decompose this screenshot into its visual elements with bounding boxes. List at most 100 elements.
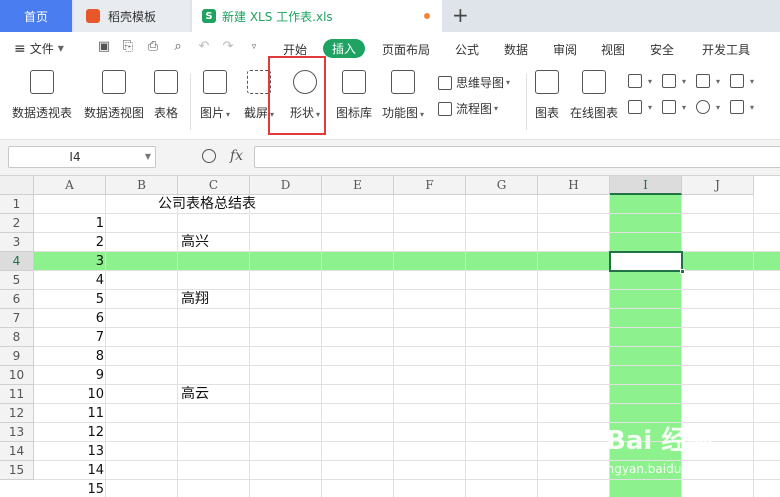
- row-header-9[interactable]: 9: [0, 347, 34, 366]
- function-chart-text: 功能图: [382, 106, 419, 120]
- row-header-6[interactable]: 6: [0, 290, 34, 309]
- ribbon-divider: [190, 74, 191, 130]
- row-header-8[interactable]: 8: [0, 328, 34, 347]
- export-icon[interactable]: ⎘: [120, 39, 136, 55]
- row-header-2[interactable]: 2: [0, 214, 34, 233]
- column-chart-icon: [628, 74, 642, 88]
- save-icon[interactable]: ▣: [96, 39, 112, 55]
- tab-data[interactable]: 数据: [504, 41, 528, 58]
- radar-chart-button[interactable]: ▾: [730, 74, 754, 88]
- row-header-10[interactable]: 10: [0, 366, 34, 385]
- function-chart-button[interactable]: 功能图 ▾: [382, 70, 424, 121]
- screenshot-text: 截屏: [244, 106, 269, 120]
- row-header-13[interactable]: 13: [0, 423, 34, 442]
- zoom-icon[interactable]: [202, 149, 216, 163]
- flowchart-icon: [438, 101, 452, 116]
- column-header-i[interactable]: I: [610, 176, 682, 195]
- name-box[interactable]: I4 ▼: [8, 146, 156, 168]
- redo-icon[interactable]: ↷: [220, 39, 236, 55]
- row-header-15[interactable]: 15: [0, 461, 34, 480]
- new-tab-button[interactable]: +: [452, 3, 469, 27]
- bar-chart-button[interactable]: ▾: [662, 74, 686, 88]
- row-header-7[interactable]: 7: [0, 309, 34, 328]
- cell-a-value: 13: [87, 444, 104, 459]
- watermark-logo: Bai 经验: [606, 420, 713, 457]
- line-chart-button[interactable]: ▾: [696, 74, 720, 88]
- mind-map-button[interactable]: 思维导图 ▾: [438, 74, 510, 91]
- pie-chart-button[interactable]: ▾: [696, 100, 720, 114]
- undo-icon[interactable]: ↶: [196, 39, 212, 55]
- tab-view[interactable]: 视图: [601, 41, 625, 58]
- tab-formula[interactable]: 公式: [455, 41, 479, 58]
- tab-template[interactable]: 稻壳模板: [74, 0, 190, 32]
- flowchart-label: 流程图: [456, 102, 493, 116]
- tab-developer[interactable]: 开发工具: [702, 41, 750, 58]
- cell-a-value: 4: [95, 273, 104, 288]
- row-header-14[interactable]: 14: [0, 442, 34, 461]
- tab-home[interactable]: 首页: [0, 0, 72, 32]
- column-header-e[interactable]: E: [322, 176, 394, 195]
- online-chart-icon: [582, 70, 606, 94]
- spreadsheet-app: 首页 稻壳模板 S 新建 XLS 工作表.xls + ≡ 文件 ▼ ▣ ⎘ ⎙ …: [0, 0, 780, 497]
- pivot-chart-button[interactable]: 数据透视图: [84, 70, 144, 121]
- stat-chart-icon: [662, 100, 676, 114]
- title-cell: 公司表格总结表: [158, 196, 256, 212]
- row-header-4[interactable]: 4: [0, 252, 34, 271]
- stat-chart-button[interactable]: ▾: [662, 100, 686, 114]
- row-header-3[interactable]: 3: [0, 233, 34, 252]
- column-chart-button[interactable]: ▾: [628, 74, 652, 88]
- file-menu-button[interactable]: ≡ 文件 ▼: [14, 40, 64, 57]
- active-cell[interactable]: [609, 251, 685, 274]
- row-header-11[interactable]: 11: [0, 385, 34, 404]
- fill-handle[interactable]: [680, 269, 685, 274]
- flowchart-dropdown-icon: ▾: [494, 104, 499, 113]
- icon-library-button[interactable]: 图标库: [336, 70, 372, 121]
- title-bar: 首页 稻壳模板 S 新建 XLS 工作表.xls +: [0, 0, 780, 32]
- cell-c-name: 高翔: [181, 291, 209, 307]
- icon-library-label: 图标库: [336, 106, 373, 120]
- column-header-c[interactable]: C: [178, 176, 250, 195]
- column-header-h[interactable]: H: [538, 176, 610, 195]
- column-header-j[interactable]: J: [682, 176, 754, 195]
- row-header-5[interactable]: 5: [0, 271, 34, 290]
- tab-document[interactable]: S 新建 XLS 工作表.xls: [192, 0, 442, 32]
- cell-a-value: 2: [95, 235, 104, 250]
- chart-icon: [535, 70, 559, 94]
- pivot-table-button[interactable]: 数据透视表: [12, 70, 72, 121]
- more-icon[interactable]: ▿: [246, 39, 262, 55]
- tab-review[interactable]: 审阅: [553, 41, 577, 58]
- scatter-chart-button[interactable]: ▾: [730, 100, 754, 114]
- column-header-b[interactable]: B: [106, 176, 178, 195]
- picture-label: 图片 ▾: [200, 104, 230, 121]
- picture-button[interactable]: 图片 ▾: [200, 70, 230, 121]
- tab-security[interactable]: 安全: [650, 41, 674, 58]
- flowchart-button[interactable]: 流程图 ▾: [438, 100, 498, 117]
- print-preview-icon[interactable]: ⌕: [170, 39, 186, 55]
- table-icon: [154, 70, 178, 94]
- row-header-12[interactable]: 12: [0, 404, 34, 423]
- table-label: 表格: [154, 106, 179, 120]
- print-icon[interactable]: ⎙: [145, 39, 161, 55]
- column-header-f[interactable]: F: [394, 176, 466, 195]
- column-header-g[interactable]: G: [466, 176, 538, 195]
- pie-chart-icon: [696, 100, 710, 114]
- area-chart-button[interactable]: ▾: [628, 100, 652, 114]
- formula-input[interactable]: [254, 146, 780, 168]
- tab-page-layout[interactable]: 页面布局: [382, 41, 430, 58]
- table-button[interactable]: 表格: [154, 70, 178, 121]
- scatter-chart-dropdown-icon: ▾: [750, 102, 755, 112]
- column-header-d[interactable]: D: [250, 176, 322, 195]
- pivot-chart-label: 数据透视图: [84, 106, 145, 120]
- line-chart-dropdown-icon: ▾: [716, 76, 721, 86]
- tab-insert[interactable]: 插入: [323, 39, 366, 58]
- function-chart-label: 功能图 ▾: [382, 104, 424, 121]
- select-all-corner[interactable]: [0, 176, 34, 195]
- online-chart-button[interactable]: 在线图表: [570, 70, 618, 121]
- grid-line: [34, 384, 780, 385]
- chart-button[interactable]: 图表: [535, 70, 559, 121]
- column-header-a[interactable]: A: [34, 176, 106, 195]
- fx-icon[interactable]: fx: [230, 148, 243, 164]
- mind-map-icon: [438, 75, 452, 90]
- formula-bar: I4 ▼ fx: [0, 140, 780, 176]
- row-header-1[interactable]: 1: [0, 195, 34, 214]
